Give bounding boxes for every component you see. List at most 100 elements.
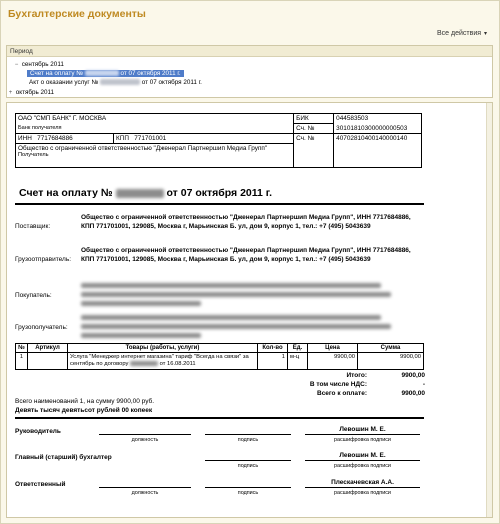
- chevron-down-icon[interactable]: ▾: [484, 31, 487, 37]
- bank-name: ОАО "СМП БАНК" Г. МОСКВА: [14, 113, 295, 124]
- total-value: 9900,00: [401, 372, 426, 379]
- account-value: 40702810400140000140: [333, 133, 422, 168]
- goods-name-suffix: от 16.08.2011: [159, 361, 196, 368]
- inn-value: 7717684886: [37, 135, 73, 142]
- col-header: №: [15, 343, 28, 353]
- cell-num: 1: [15, 351, 28, 371]
- redacted-text: [81, 333, 201, 338]
- invoice-document: ОАО "СМП БАНК" Г. МОСКВА БИК 044583503 С…: [6, 102, 493, 518]
- recipient-cell: Общество с ограниченной ответственностью…: [14, 143, 295, 168]
- act-prefix: Акт о оказании услуг №: [29, 79, 99, 86]
- goods-table: № Артикул Товары (работы, услуги) Кол-во…: [15, 343, 424, 371]
- items-summary: Всего наименований 1, на сумму 9900,00 р…: [15, 398, 155, 405]
- col-header: Сумма: [357, 343, 424, 353]
- grand-total-label: Всего к оплате:: [317, 390, 367, 397]
- signature-caption: должность: [131, 437, 159, 443]
- grand-total-value: 9900,00: [401, 390, 426, 397]
- redacted-text: [81, 283, 381, 288]
- vat-label: В том числе НДС:: [309, 381, 367, 388]
- signature-line: [205, 452, 291, 461]
- all-actions-menu[interactable]: Все действия ▾: [437, 30, 487, 37]
- expand-icon[interactable]: +: [7, 89, 14, 97]
- signature-line: [99, 426, 191, 435]
- divider: [15, 203, 424, 205]
- party-label: Грузоотправитель:: [15, 256, 72, 263]
- redacted-number: [84, 70, 119, 77]
- tree-group-label: сентябрь 2011: [21, 61, 64, 68]
- col-header: Артикул: [27, 343, 68, 353]
- invoice-suffix: от 07 октября 2011 г.: [120, 70, 181, 77]
- party-consignee: Грузополучатель:: [15, 313, 425, 343]
- documents-tree[interactable]: Период − сентябрь 2011 Счет на оплату № …: [6, 45, 493, 98]
- signature-caption: расшифровка подписи: [334, 463, 391, 469]
- party-value: Общество с ограниченной ответственностью…: [81, 214, 411, 230]
- signature-caption: подпись: [237, 490, 259, 496]
- signature-line: [205, 426, 291, 435]
- collapse-icon[interactable]: −: [13, 61, 20, 70]
- kpp-cell: КПП 771701001: [112, 133, 295, 144]
- cell-goods-name: Услуга "Менеджер интернет магазина" тари…: [67, 351, 258, 371]
- party-value-redacted: [81, 313, 411, 338]
- recipient-caption: Получатель: [18, 152, 49, 158]
- recipient-name: Общество с ограниченной ответственностью…: [18, 145, 268, 152]
- bik-value: 044583503: [333, 113, 422, 124]
- party-value-redacted: [81, 281, 411, 306]
- inn-cell: ИНН 7717684886: [15, 133, 114, 144]
- redacted-text: [81, 315, 381, 320]
- table-row: 1 Услуга "Менеджер интернет магазина" та…: [15, 351, 424, 371]
- party-label: Грузополучатель:: [15, 324, 68, 331]
- redacted-text: [81, 301, 201, 306]
- corr-account-label: Сч. №: [293, 123, 335, 134]
- col-header: Товары (работы, услуги): [67, 343, 258, 353]
- vat-value: -: [422, 381, 425, 388]
- signature-caption: подпись: [237, 463, 259, 469]
- party-shipper: Грузоотправитель: Общество с ограниченно…: [15, 247, 425, 277]
- tree-item-act-label[interactable]: Акт о оказании услуг № от 07 октября 201…: [29, 79, 202, 86]
- cell-sum: 9900,00: [357, 351, 424, 371]
- bik-label: БИК: [293, 113, 335, 124]
- signature-role: Главный (старший) бухгалтер: [15, 454, 112, 461]
- col-header: Ед.: [287, 343, 308, 353]
- goods-header-row: № Артикул Товары (работы, услуги) Кол-во…: [15, 343, 424, 353]
- cell-unit: м-ц: [287, 351, 308, 371]
- act-suffix: от 07 октября 2011 г.: [141, 79, 202, 86]
- signature-name: Плескачевская А.А.: [331, 479, 394, 486]
- party-value: Общество с ограниченной ответственностью…: [81, 247, 411, 263]
- col-header: Цена: [307, 343, 358, 353]
- tree-item-invoice[interactable]: Счет на оплату № от 07 октября 2011 г.: [27, 69, 184, 78]
- window: Бухгалтерские документы Все действия ▾ П…: [0, 0, 500, 524]
- signature-caption: подпись: [237, 437, 259, 443]
- amount-in-words: Девять тысяч девятьсот рублей 00 копеек: [15, 407, 153, 414]
- kpp-label: КПП: [116, 135, 129, 142]
- col-header: Кол-во: [257, 343, 288, 353]
- invoice-title-prefix: Счет на оплату №: [19, 187, 113, 199]
- total-label: Итого:: [346, 372, 368, 379]
- tree-item-act[interactable]: Акт о оказании услуг № от 07 октября 201…: [29, 78, 202, 87]
- invoice-title-suffix: от 07 октября 2011 г.: [166, 187, 273, 199]
- account-label: Сч. №: [293, 133, 335, 168]
- vertical-scrollbar[interactable]: [486, 103, 492, 517]
- redacted-number: [130, 361, 159, 366]
- tree-group-label: октябрь 2011: [15, 89, 55, 96]
- signature-caption: должность: [131, 490, 159, 496]
- window-title: Бухгалтерские документы: [8, 8, 146, 20]
- all-actions-label[interactable]: Все действия: [437, 30, 481, 37]
- party-label: Поставщик:: [15, 223, 51, 230]
- kpp-value: 771701001: [134, 135, 167, 142]
- signature-director: Руководитель должность подпись Левошин М…: [15, 426, 425, 450]
- inn-label: ИНН: [18, 135, 32, 142]
- redacted-number: [100, 79, 140, 86]
- signature-caption: расшифровка подписи: [334, 490, 391, 496]
- redacted-text: [81, 324, 391, 329]
- signature-line: [99, 479, 191, 488]
- signature-responsible: Ответственный должность подпись Плескаче…: [15, 479, 425, 503]
- tree-header-period[interactable]: Период: [7, 46, 492, 57]
- tree-group-october[interactable]: + октябрь 2011: [7, 88, 55, 97]
- signature-caption: расшифровка подписи: [334, 437, 391, 443]
- signature-line: [205, 479, 291, 488]
- invoice-title: Счет на оплату № от 07 октября 2011 г.: [19, 187, 272, 199]
- signature-accountant: Главный (старший) бухгалтер подпись Лево…: [15, 452, 425, 476]
- bank-caption: Банк получателя: [14, 123, 295, 134]
- party-supplier: Поставщик: Общество с ограниченной ответ…: [15, 214, 425, 244]
- tree-item-invoice-label[interactable]: Счет на оплату № от 07 октября 2011 г.: [27, 70, 184, 77]
